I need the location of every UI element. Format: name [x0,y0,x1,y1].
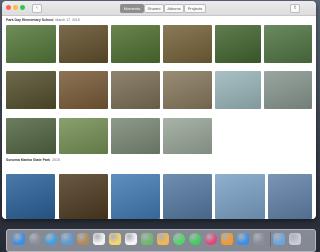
tab-albums[interactable]: Albums [164,4,184,13]
moments-view: Park Day Elementary School March 17, 201… [2,16,316,219]
dock-separator [270,232,271,247]
downloads-icon[interactable] [273,233,285,245]
photo-thumbnail[interactable] [6,71,56,109]
photos-icon[interactable] [157,233,169,245]
safari-icon[interactable] [45,233,57,245]
calendar-icon[interactable] [93,233,105,245]
system-preferences-icon[interactable] [253,233,265,245]
photo-thumbnail[interactable] [111,25,160,63]
notes-icon[interactable] [109,233,121,245]
photo-thumbnail[interactable] [268,174,312,219]
mail-icon[interactable] [61,233,73,245]
photo-thumbnail[interactable] [163,71,212,109]
photo-thumbnail[interactable] [59,25,108,63]
launchpad-icon[interactable] [29,233,41,245]
chevron-left-icon[interactable]: ‹ [32,4,42,13]
trash-icon[interactable] [289,233,301,245]
moment-title: Sonoma Marina State Park [6,158,51,162]
photo-thumbnail[interactable] [264,25,312,63]
photo-thumbnail[interactable] [111,118,160,154]
photo-thumbnail[interactable] [6,174,55,219]
contacts-icon[interactable] [77,233,89,245]
itunes-icon[interactable] [205,233,217,245]
ibooks-icon[interactable] [221,233,233,245]
moment-header: Park Day Elementary School March 17, 201… [6,18,80,22]
photo-thumbnail[interactable] [59,118,108,154]
minimize-button[interactable] [13,5,18,10]
moment-date: 2015 [52,158,60,162]
maps-icon[interactable] [141,233,153,245]
app-store-icon[interactable] [237,233,249,245]
photo-thumbnail[interactable] [215,174,265,219]
photo-thumbnail[interactable] [163,25,212,63]
moment-title: Park Day Elementary School [6,18,54,22]
window-toolbar: ‹ Moments Shared Albums Projects ⇧ [2,1,316,16]
tab-moments[interactable]: Moments [120,4,144,13]
photo-thumbnail[interactable] [59,174,108,219]
photo-thumbnail[interactable] [111,174,160,219]
photo-thumbnail[interactable] [264,71,312,109]
facetime-icon[interactable] [189,233,201,245]
tab-projects[interactable]: Projects [184,4,206,13]
photo-thumbnail[interactable] [163,174,212,219]
photo-thumbnail[interactable] [59,71,108,109]
tab-shared[interactable]: Shared [144,4,164,13]
photo-thumbnail[interactable] [6,25,56,63]
finder-icon[interactable] [13,233,25,245]
photos-window: ‹ Moments Shared Albums Projects ⇧ Park … [2,1,316,219]
photo-thumbnail[interactable] [215,25,261,63]
moment-header: Sonoma Marina State Park 2015 [6,158,60,162]
photo-thumbnail[interactable] [6,118,56,154]
messages-icon[interactable] [173,233,185,245]
close-button[interactable] [6,5,11,10]
photo-thumbnail[interactable] [215,71,261,109]
zoom-button[interactable] [20,5,25,10]
photo-thumbnail[interactable] [163,118,212,154]
moment-date: March 17, 2015 [55,18,80,22]
reminders-icon[interactable] [125,233,137,245]
share-icon[interactable]: ⇧ [290,4,300,13]
photo-thumbnail[interactable] [111,71,160,109]
